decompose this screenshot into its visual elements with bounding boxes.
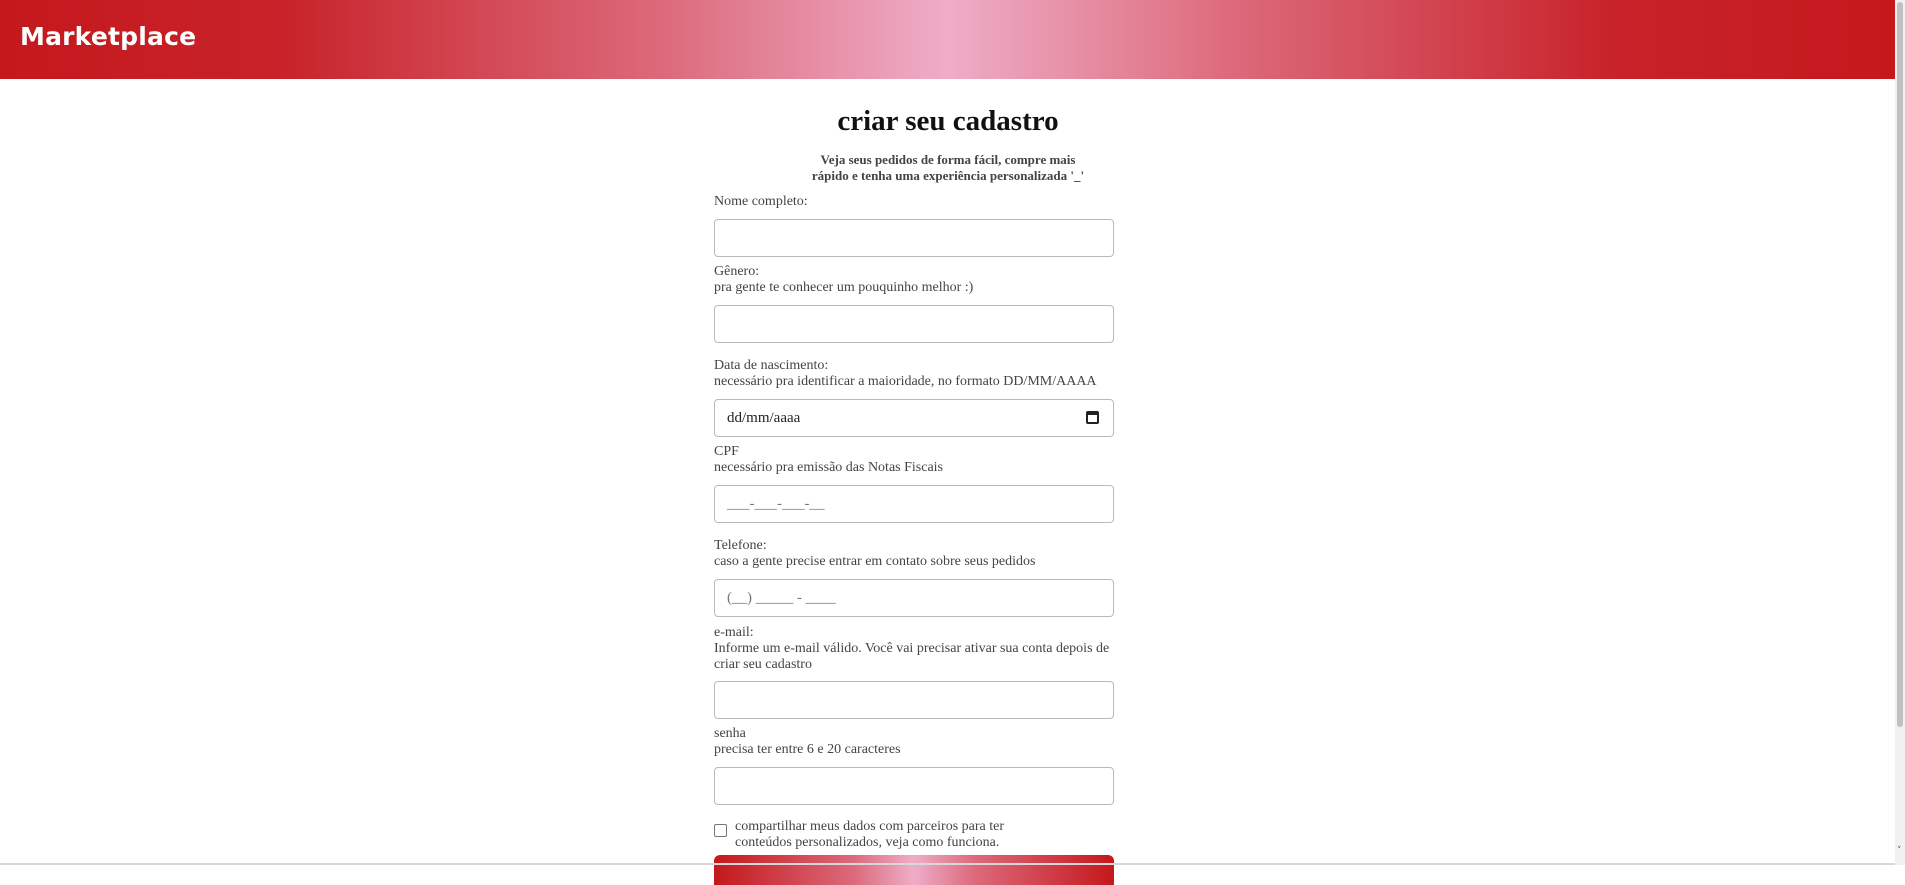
- scrollbar-thumb[interactable]: [1897, 2, 1903, 727]
- password-label: senha precisa ter entre 6 e 20 caractere…: [714, 726, 901, 758]
- share-data-label-2: conteúdos personalizados, veja como func…: [735, 835, 1000, 850]
- share-data-label[interactable]: compartilhar meus dados com parceiros pa…: [735, 819, 1035, 851]
- cpf-label: CPF necessário pra emissão das Notas Fis…: [714, 444, 943, 476]
- share-data-checkbox[interactable]: [714, 824, 727, 837]
- gender-hint: pra gente te conhecer um pouquinho melho…: [714, 280, 974, 295]
- phone-label-text: Telefone:: [714, 538, 767, 553]
- page-title: criar seu cadastro: [837, 105, 1059, 137]
- password-hint: precisa ter entre 6 e 20 caracteres: [714, 742, 901, 757]
- password-label-text: senha: [714, 726, 746, 741]
- cpf-label-text: CPF: [714, 444, 739, 459]
- birthdate-placeholder: dd/mm/aaaa: [727, 410, 801, 426]
- cpf-input[interactable]: ___-___-___-__: [714, 485, 1114, 523]
- cpf-hint: necessário pra emissão das Notas Fiscais: [714, 460, 943, 475]
- gender-label: Gênero: pra gente te conhecer um pouquin…: [714, 264, 973, 296]
- gender-input[interactable]: [714, 305, 1114, 343]
- email-hint-2: criar seu cadastro: [714, 657, 812, 672]
- phone-hint: caso a gente precise entrar em contato s…: [714, 554, 1036, 569]
- top-header-bar: Marketplace: [0, 0, 1895, 79]
- phone-mask: (__) _____ - ____: [727, 590, 836, 606]
- phone-label: Telefone: caso a gente precise entrar em…: [714, 538, 1036, 570]
- subtitle-line-1: Veja seus pedidos de forma fácil, compre…: [820, 152, 1076, 167]
- name-label: Nome completo:: [714, 194, 808, 209]
- page-subtitle: Veja seus pedidos de forma fácil, compre…: [714, 152, 1182, 184]
- phone-input[interactable]: (__) _____ - ____: [714, 579, 1114, 617]
- email-hint-1: Informe um e-mail válido. Você vai preci…: [714, 641, 1110, 656]
- calendar-icon[interactable]: [1086, 411, 1099, 424]
- birthdate-input[interactable]: dd/mm/aaaa: [714, 399, 1114, 437]
- password-input[interactable]: [714, 767, 1114, 805]
- birthdate-label-text: Data de nascimento:: [714, 358, 829, 373]
- brand-logo[interactable]: Marketplace: [20, 22, 196, 51]
- birthdate-label: Data de nascimento: necessário pra ident…: [714, 358, 1097, 390]
- scroll-down-arrow-icon[interactable]: ˅: [1897, 846, 1902, 856]
- email-label: e-mail: Informe um e-mail válido. Você v…: [714, 625, 1109, 673]
- birthdate-hint: necessário pra identificar a maioridade,…: [714, 374, 1097, 389]
- gender-label-text: Gênero:: [714, 264, 760, 279]
- email-input[interactable]: [714, 681, 1114, 719]
- subtitle-line-2: rápido e tenha uma experiência personali…: [811, 168, 1085, 183]
- name-input[interactable]: [714, 219, 1114, 257]
- cpf-mask: ___-___-___-__: [727, 496, 825, 512]
- submit-button[interactable]: [714, 855, 1114, 885]
- email-label-text: e-mail:: [714, 625, 754, 640]
- share-data-label-1: compartilhar meus dados com parceiros pa…: [735, 819, 1005, 834]
